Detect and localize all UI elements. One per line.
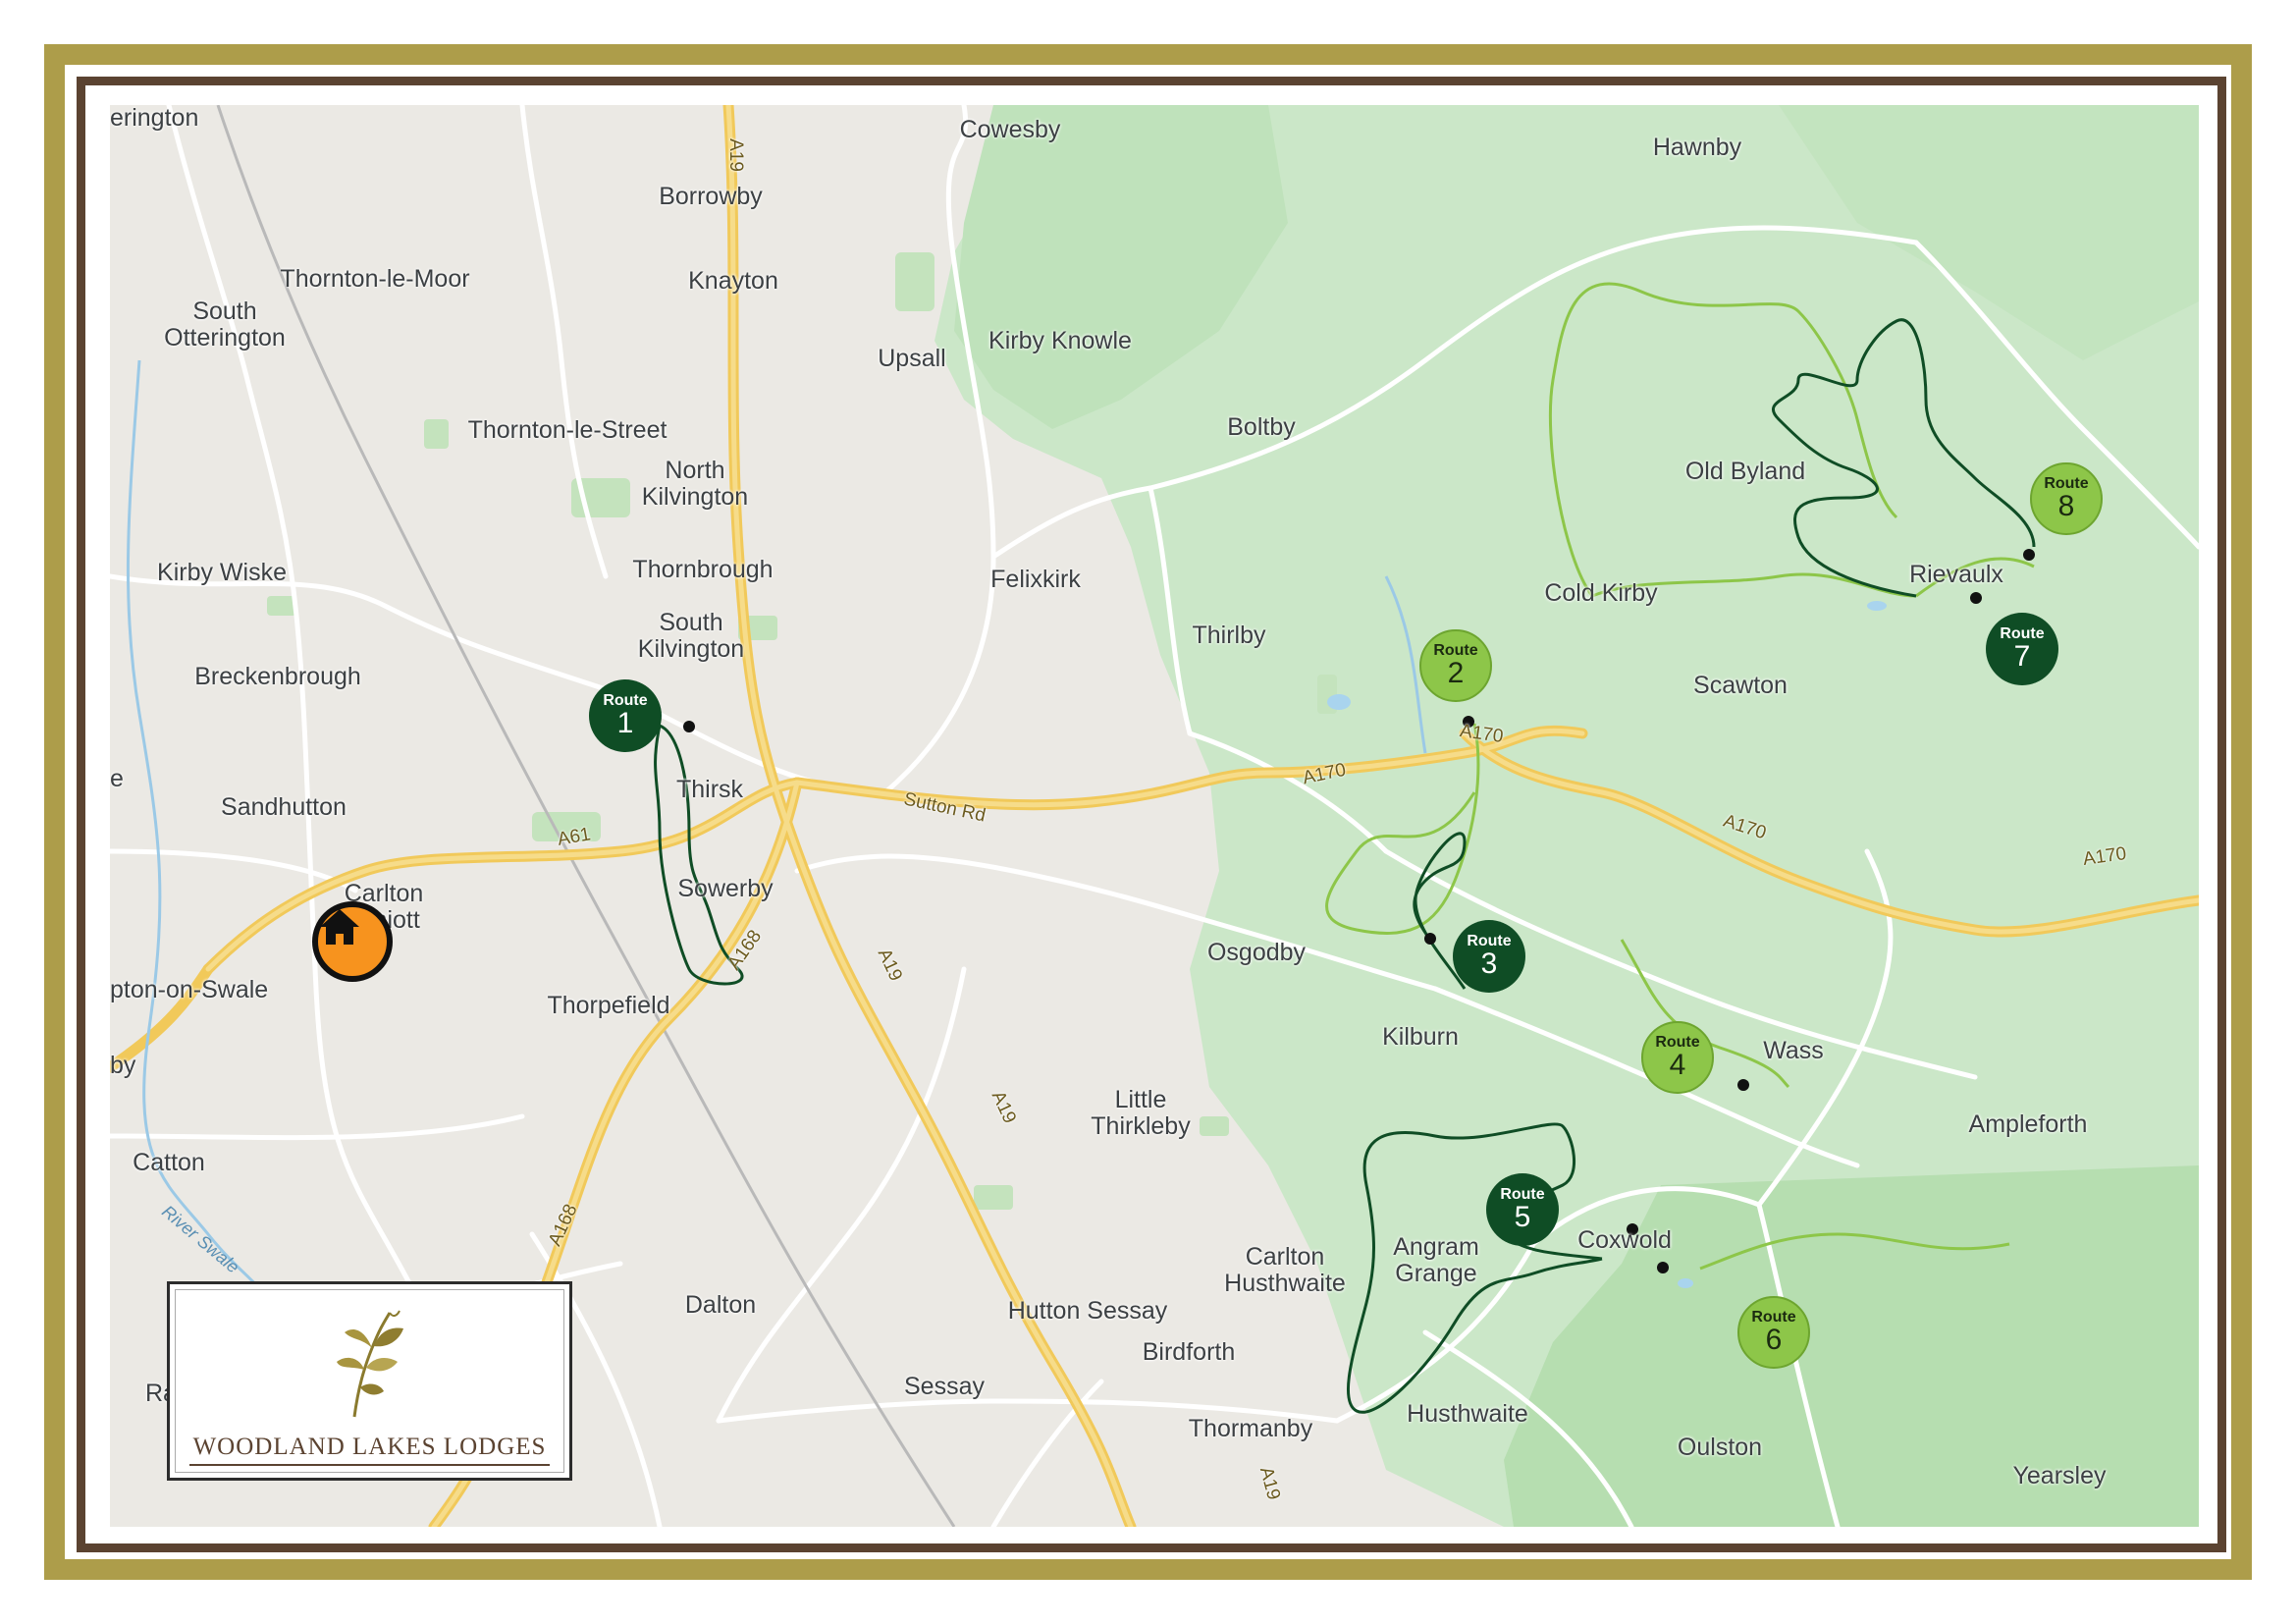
leaf-logo-icon	[337, 1310, 403, 1418]
place-label: Osgodby	[1206, 939, 1307, 966]
brand-logo-card: WOODLAND LAKES LODGES	[167, 1281, 572, 1481]
road-label: A19	[724, 138, 746, 172]
place-label: Hutton Sessay	[1007, 1297, 1168, 1325]
place-label: Kirby Wiske	[157, 559, 287, 586]
place-label: Oulston	[1677, 1434, 1763, 1461]
place-label: North Kilvington	[641, 457, 749, 511]
place-label: Boltby	[1227, 413, 1296, 441]
route-marker-number: 8	[2057, 490, 2075, 522]
place-label: by	[110, 1052, 136, 1079]
route-marker-number: 5	[1514, 1201, 1531, 1233]
place-label: Kirby Knowle	[988, 327, 1132, 354]
route-5-marker[interactable]: Route 5	[1486, 1173, 1559, 1246]
place-label: South Otterington	[164, 298, 286, 352]
place-label: Husthwaite	[1407, 1400, 1528, 1428]
place-label: Old Byland	[1684, 458, 1806, 485]
logo-underline	[189, 1464, 550, 1466]
place-label: Thirlby	[1192, 622, 1266, 649]
place-label: Thormanby	[1188, 1415, 1313, 1442]
place-label: Catton	[133, 1149, 205, 1176]
route-marker-number: 7	[2013, 640, 2031, 673]
place-label: Ampleforth	[1968, 1110, 2088, 1138]
place-label: Scawton	[1693, 672, 1788, 699]
place-label: erington	[110, 105, 199, 132]
place-label: Cold Kirby	[1544, 579, 1658, 607]
place-label: Borrowby	[659, 183, 763, 210]
route-6-marker[interactable]: Route 6	[1737, 1296, 1810, 1369]
place-label: Dalton	[684, 1291, 757, 1319]
place-label: Wass	[1763, 1037, 1824, 1064]
place-label: Thorpefield	[547, 992, 670, 1019]
route-3-marker[interactable]: Route 3	[1453, 920, 1525, 993]
place-label: Cowesby	[959, 116, 1061, 143]
route-1-marker[interactable]: Route 1	[589, 679, 662, 752]
home-icon	[320, 909, 359, 945]
place-label: Knayton	[688, 267, 778, 295]
route-marker-number: 3	[1480, 947, 1498, 980]
place-label: Sowerby	[677, 875, 774, 902]
place-label: Thornbrough	[632, 556, 774, 583]
place-label: Sandhutton	[221, 793, 347, 821]
route-7-marker[interactable]: Route 7	[1986, 613, 2058, 685]
route-4-marker[interactable]: Route 4	[1641, 1021, 1714, 1094]
route-8-marker[interactable]: Route 8	[2030, 462, 2103, 535]
route-marker-number: 1	[616, 707, 634, 739]
place-label: South Kilvington	[637, 609, 745, 663]
place-label: Little Thirkleby	[1091, 1086, 1191, 1140]
place-label: Angram Grange	[1393, 1233, 1479, 1287]
route-2-marker[interactable]: Route 2	[1419, 629, 1492, 702]
place-label: Coxwold	[1577, 1226, 1672, 1254]
place-label: Thirsk	[675, 776, 744, 803]
logo-wordmark: WOODLAND LAKES LODGES	[192, 1434, 547, 1460]
place-label: Rievaulx	[1909, 561, 2003, 588]
place-label: Yearsley	[2012, 1462, 2107, 1489]
place-label: Carlton Husthwaite	[1224, 1243, 1346, 1297]
place-label: Birdforth	[1142, 1338, 1236, 1366]
place-label: Sessay	[904, 1373, 985, 1400]
place-label: Hawnby	[1652, 134, 1742, 161]
place-label: Felixkirk	[990, 566, 1081, 593]
place-label: Thornton-le-Street	[467, 416, 667, 444]
place-label: e	[110, 765, 124, 792]
route-marker-number: 6	[1765, 1324, 1783, 1356]
route-marker-number: 4	[1669, 1049, 1686, 1081]
place-label: Breckenbrough	[194, 663, 361, 690]
home-location-marker[interactable]	[312, 901, 393, 982]
place-label: Kilburn	[1382, 1023, 1459, 1051]
place-label: Upsall	[878, 345, 946, 372]
place-label: pton-on-Swale	[110, 976, 269, 1003]
place-label: Thornton-le-Moor	[280, 265, 470, 293]
route-marker-number: 2	[1447, 657, 1465, 689]
